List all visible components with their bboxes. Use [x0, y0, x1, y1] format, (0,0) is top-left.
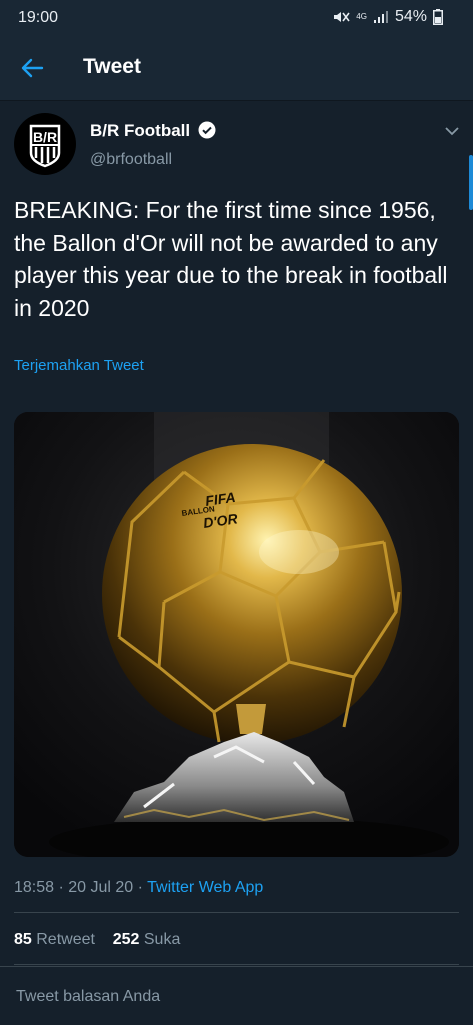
- status-bar: 19:00 4G 54%: [0, 0, 473, 36]
- avatar[interactable]: B/R: [14, 113, 76, 175]
- chevron-down-icon[interactable]: [443, 122, 461, 140]
- translate-tweet-link[interactable]: Terjemahkan Tweet: [14, 357, 144, 374]
- network-type: 4G: [356, 12, 367, 21]
- status-time: 19:00: [18, 9, 59, 26]
- timestamp-text: 18:58 · 20 Jul 20 ·: [14, 879, 148, 896]
- reply-input[interactable]: [14, 987, 458, 1007]
- scrollbar[interactable]: [469, 155, 473, 210]
- like-count: 252: [112, 931, 140, 948]
- like-label: Suka: [139, 931, 181, 948]
- author-name[interactable]: B/R Football: [90, 121, 190, 141]
- battery-percent: 54%: [394, 8, 427, 25]
- battery-icon: [433, 9, 443, 25]
- ballon-dor-trophy-image: FIFA BALLON D'OR: [14, 412, 459, 857]
- retweet-label: Retweet: [31, 931, 95, 948]
- author-handle[interactable]: @brfootball: [90, 151, 172, 169]
- app-bar: Tweet: [0, 36, 473, 101]
- tweet-stats: 85 Retweet 252 Suka: [14, 931, 180, 949]
- retweets-stat[interactable]: 85 Retweet: [14, 931, 95, 948]
- divider: [14, 912, 459, 913]
- br-logo-icon: B/R: [29, 124, 61, 168]
- reply-bar: [0, 966, 473, 1025]
- tweet-media-image[interactable]: FIFA BALLON D'OR: [14, 412, 459, 857]
- divider: [14, 964, 459, 965]
- tweet-text: BREAKING: For the first time since 1956,…: [14, 197, 448, 321]
- avatar-text: B/R: [33, 129, 57, 145]
- arrow-left-icon[interactable]: [18, 54, 46, 82]
- tweet-timestamp: 18:58 · 20 Jul 20 · Twitter Web App: [14, 879, 263, 897]
- likes-stat[interactable]: 252 Suka: [113, 931, 181, 948]
- retweet-count: 85: [14, 931, 32, 948]
- mute-icon: [334, 12, 350, 22]
- signal-icon: [373, 11, 388, 23]
- verified-badge-icon: [198, 121, 216, 139]
- page-title: Tweet: [83, 55, 141, 78]
- status-icons: 4G 54%: [332, 8, 443, 26]
- tweet-source-link[interactable]: Twitter Web App: [147, 879, 263, 896]
